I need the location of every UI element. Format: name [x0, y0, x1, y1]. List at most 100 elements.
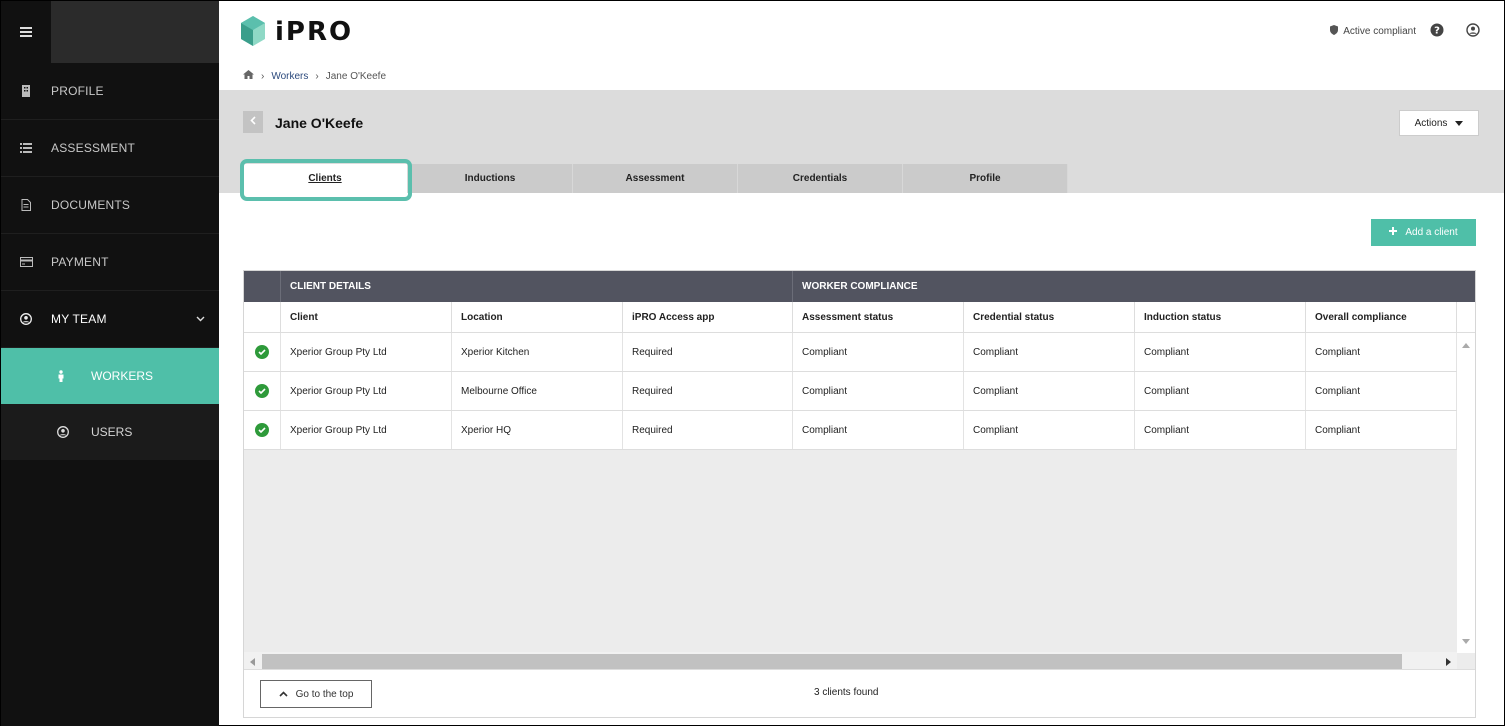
- tab-profile[interactable]: Profile: [903, 164, 1068, 193]
- sidebar-item-label: ASSESSMENT: [51, 141, 136, 155]
- table-column-header: Client Location iPRO Access app Assessme…: [244, 302, 1475, 333]
- help-icon[interactable]: ?: [1430, 23, 1444, 40]
- back-button[interactable]: [243, 111, 263, 133]
- sidebar-item-my-team[interactable]: MY TEAM: [1, 291, 219, 348]
- check-circle-icon: [255, 345, 269, 359]
- add-client-label: Add a client: [1405, 227, 1458, 238]
- cell-location: Melbourne Office: [452, 372, 623, 410]
- credit-card-icon: [1, 257, 51, 267]
- cell-credential-status: Compliant: [964, 372, 1135, 410]
- check-circle-icon: [255, 423, 269, 437]
- table-row[interactable]: Xperior Group Pty Ltd Xperior Kitchen Re…: [244, 333, 1475, 372]
- cell-client: Xperior Group Pty Ltd: [281, 372, 452, 410]
- cell-client: Xperior Group Pty Ltd: [281, 411, 452, 449]
- tab-bar: Clients Inductions Assessment Credential…: [243, 164, 1068, 193]
- main-content: iPRO Active compliant ? › Workers › Jane…: [219, 1, 1504, 726]
- tab-credentials[interactable]: Credentials: [738, 164, 903, 193]
- scroll-down-icon[interactable]: [1462, 635, 1470, 647]
- group-header-client-details: CLIENT DETAILS: [281, 271, 793, 302]
- group-header-worker-compliance: WORKER COMPLIANCE: [802, 281, 918, 292]
- scroll-left-icon[interactable]: [250, 657, 255, 669]
- sidebar-logo-area: [51, 1, 219, 63]
- sidebar-subitem-label: WORKERS: [91, 369, 154, 383]
- compliance-status: Active compliant: [1330, 25, 1416, 38]
- page-title: Jane O'Keefe: [275, 115, 364, 131]
- table-row[interactable]: Xperior Group Pty Ltd Xperior HQ Require…: [244, 411, 1475, 450]
- cell-induction-status: Compliant: [1135, 372, 1306, 410]
- compliance-status-label: Active compliant: [1343, 26, 1416, 37]
- user-circle-icon: [57, 426, 91, 438]
- cell-assessment-status: Compliant: [793, 372, 964, 410]
- breadcrumb-workers-link[interactable]: Workers: [271, 71, 308, 82]
- chevron-left-icon: [250, 116, 256, 128]
- column-header-client[interactable]: Client: [281, 302, 452, 332]
- go-to-top-label: Go to the top: [295, 688, 354, 700]
- breadcrumb-separator-icon: ›: [261, 70, 265, 82]
- group-header-spacer: [244, 271, 281, 302]
- column-header-induction-status[interactable]: Induction status: [1135, 302, 1306, 332]
- account-icon[interactable]: [1466, 23, 1480, 40]
- sidebar-item-payment[interactable]: PAYMENT: [1, 234, 219, 291]
- caret-down-icon: [1455, 118, 1464, 129]
- horizontal-scroll-thumb[interactable]: [262, 653, 1402, 669]
- column-header-location[interactable]: Location: [452, 302, 623, 332]
- status-cell: [244, 333, 281, 371]
- sidebar-subitem-label: USERS: [91, 425, 133, 439]
- cell-access-app: Required: [623, 411, 793, 449]
- menu-icon[interactable]: [1, 1, 51, 63]
- breadcrumb: › Workers › Jane O'Keefe: [219, 63, 1504, 89]
- chevron-up-icon: [279, 689, 288, 700]
- cell-assessment-status: Compliant: [793, 333, 964, 371]
- actions-dropdown[interactable]: Actions: [1399, 110, 1479, 136]
- cell-overall-compliance: Compliant: [1306, 411, 1457, 449]
- shield-icon: [1330, 25, 1339, 38]
- chevron-down-icon: [196, 313, 205, 325]
- breadcrumb-separator-icon: ›: [315, 70, 319, 82]
- go-to-top-button[interactable]: Go to the top: [260, 680, 372, 708]
- building-icon: [1, 85, 51, 97]
- table-footer: Go to the top 3 clients found: [244, 669, 1475, 717]
- cell-induction-status: Compliant: [1135, 411, 1306, 449]
- person-icon: [57, 370, 91, 382]
- sidebar-item-label: DOCUMENTS: [51, 198, 131, 212]
- table-group-header: CLIENT DETAILS WORKER COMPLIANCE: [244, 271, 1475, 302]
- cell-assessment-status: Compliant: [793, 411, 964, 449]
- vertical-scrollbar[interactable]: [1457, 333, 1475, 653]
- scroll-right-icon[interactable]: [1446, 657, 1451, 669]
- horizontal-scrollbar[interactable]: [244, 652, 1457, 670]
- cell-credential-status: Compliant: [964, 411, 1135, 449]
- home-icon[interactable]: [243, 70, 254, 82]
- sidebar-subitem-workers[interactable]: WORKERS: [1, 348, 219, 404]
- tab-clients[interactable]: Clients: [243, 164, 408, 193]
- add-client-button[interactable]: Add a client: [1371, 219, 1476, 246]
- cell-credential-status: Compliant: [964, 333, 1135, 371]
- cell-access-app: Required: [623, 333, 793, 371]
- sidebar-item-profile[interactable]: PROFILE: [1, 63, 219, 120]
- tab-inductions[interactable]: Inductions: [408, 164, 573, 193]
- sidebar-item-label: PROFILE: [51, 84, 104, 98]
- worker-header: Jane O'Keefe Actions Clients Inductions …: [219, 90, 1504, 193]
- column-header-access-app[interactable]: iPRO Access app: [623, 302, 793, 332]
- cell-induction-status: Compliant: [1135, 333, 1306, 371]
- clients-table: CLIENT DETAILS WORKER COMPLIANCE Client …: [243, 270, 1476, 718]
- status-cell: [244, 411, 281, 449]
- document-icon: [1, 199, 51, 211]
- cell-overall-compliance: Compliant: [1306, 333, 1457, 371]
- breadcrumb-current: Jane O'Keefe: [325, 70, 387, 82]
- sidebar: PROFILE ASSESSMENT DOCUMENTS PAYMENT MY …: [1, 1, 219, 726]
- column-header-overall-compliance[interactable]: Overall compliance: [1306, 302, 1457, 332]
- table-row[interactable]: Xperior Group Pty Ltd Melbourne Office R…: [244, 372, 1475, 411]
- sidebar-item-documents[interactable]: DOCUMENTS: [1, 177, 219, 234]
- actions-label: Actions: [1414, 117, 1448, 129]
- cell-location: Xperior Kitchen: [452, 333, 623, 371]
- scroll-up-icon[interactable]: [1462, 339, 1470, 351]
- user-circle-icon: [1, 313, 51, 325]
- tab-assessment[interactable]: Assessment: [573, 164, 738, 193]
- sidebar-item-assessment[interactable]: ASSESSMENT: [1, 120, 219, 177]
- plus-icon: [1389, 227, 1398, 238]
- sidebar-subitem-users[interactable]: USERS: [1, 404, 219, 460]
- column-header-credential-status[interactable]: Credential status: [964, 302, 1135, 332]
- sidebar-item-label: PAYMENT: [51, 255, 109, 269]
- results-count: 3 clients found: [814, 687, 879, 698]
- column-header-assessment-status[interactable]: Assessment status: [793, 302, 964, 332]
